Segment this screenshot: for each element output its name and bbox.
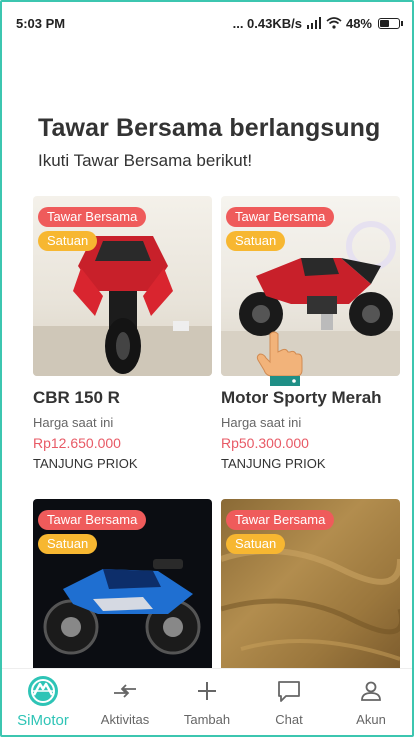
simotor-logo-icon [25, 675, 61, 707]
card-info: Motor Sporty Merah Harga saat ini Rp50.3… [221, 376, 400, 471]
badge-satuan: Satuan [226, 534, 286, 554]
app-frame: 5:03 PM ... 0.43KB/s 48% Tawar Bersama b… [0, 0, 414, 737]
wifi-icon [326, 17, 342, 29]
nav-akun[interactable]: Akun [333, 675, 409, 727]
product-title[interactable]: Motor Sporty Merah [221, 388, 400, 408]
user-icon [353, 675, 389, 707]
battery-icon [378, 17, 403, 29]
price-label: Harga saat ini [33, 415, 114, 430]
tap-hand-icon [256, 331, 303, 386]
activity-arrows-icon [107, 675, 143, 707]
nav-tambah[interactable]: Tambah [169, 675, 245, 727]
signal-icon [306, 17, 321, 29]
nav-aktivitas[interactable]: Aktivitas [87, 675, 163, 727]
nav-label: Aktivitas [100, 712, 150, 727]
product-image[interactable]: Tawar Bersama Satuan [33, 499, 212, 679]
nav-chat[interactable]: Chat [251, 675, 327, 727]
product-title[interactable]: CBR 150 R [33, 388, 212, 408]
badge-tawar-bersama: Tawar Bersama [226, 207, 335, 227]
section-heading: Tawar Bersama berlangsung Ikuti Tawar Be… [38, 114, 402, 171]
badge-tawar-bersama: Tawar Bersama [38, 207, 147, 227]
auction-card[interactable]: Tawar Bersama Satuan [221, 499, 400, 679]
battery-percent: 48% [345, 15, 372, 31]
nav-label: Akun [356, 712, 386, 727]
location: TANJUNG PRIOK [33, 456, 138, 471]
status-bar: 5:03 PM ... 0.43KB/s 48% [2, 2, 412, 44]
bottom-navigation: SiMotor Aktivitas Tambah Chat Akun [2, 668, 412, 735]
current-price: Rp12.650.000 [33, 435, 121, 451]
status-right: ... 0.43KB/s 48% [232, 15, 403, 31]
auction-card[interactable]: Tawar Bersama Satuan CBR 150 R Harga saa… [33, 196, 212, 471]
price-label: Harga saat ini [221, 415, 302, 430]
auction-grid: Tawar Bersama Satuan CBR 150 R Harga saa… [33, 196, 400, 679]
location: TANJUNG PRIOK [221, 456, 326, 471]
network-speed: ... 0.43KB/s [232, 15, 302, 31]
page-subtitle: Ikuti Tawar Bersama berikut! [38, 151, 253, 170]
current-price: Rp50.300.000 [221, 435, 309, 451]
page-title: Tawar Bersama berlangsung [38, 114, 381, 142]
badge-satuan: Satuan [38, 534, 98, 554]
nav-label: Tambah [183, 712, 231, 727]
product-image[interactable]: Tawar Bersama Satuan [221, 499, 400, 679]
card-info: CBR 150 R Harga saat ini Rp12.650.000 TA… [33, 376, 212, 471]
nav-label: SiMotor [17, 712, 69, 729]
badge-tawar-bersama: Tawar Bersama [226, 510, 335, 530]
auction-card[interactable]: Tawar Bersama Satuan [33, 499, 212, 679]
chat-bubble-icon [271, 675, 307, 707]
product-image[interactable]: Tawar Bersama Satuan [33, 196, 212, 376]
badge-tawar-bersama: Tawar Bersama [38, 510, 147, 530]
nav-label: Chat [275, 712, 303, 727]
badge-satuan: Satuan [226, 231, 286, 251]
nav-simotor[interactable]: SiMotor [5, 675, 81, 729]
badge-satuan: Satuan [38, 231, 98, 251]
product-image[interactable]: Tawar Bersama Satuan [221, 196, 400, 376]
status-time: 5:03 PM [16, 15, 66, 31]
plus-icon [189, 675, 225, 707]
auction-card[interactable]: Tawar Bersama Satuan Motor Sporty Merah … [221, 196, 400, 471]
